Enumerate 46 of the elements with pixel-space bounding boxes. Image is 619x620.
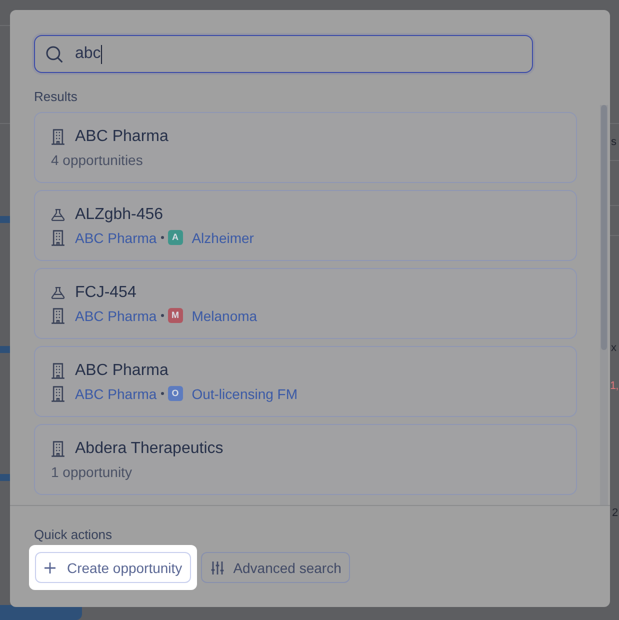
flask-icon <box>51 286 65 300</box>
flask-icon <box>51 208 65 222</box>
text-cursor-icon <box>100 44 102 64</box>
area-link[interactable]: Alzheimer <box>192 228 254 246</box>
area-link[interactable]: Out-licensing FM <box>192 384 298 402</box>
area-initial-tag: O <box>168 386 183 401</box>
scrollbar-thumb[interactable] <box>601 105 607 350</box>
create-button[interactable]: Create opportunity <box>35 552 192 583</box>
result-card[interactable]: FCJ-454 ABC Pharma M Melanoma <box>34 268 577 339</box>
background-bar <box>0 346 10 353</box>
company-link[interactable]: ABC Pharma <box>75 306 157 324</box>
background-text: 2 <box>612 506 618 520</box>
building-icon <box>51 440 65 456</box>
result-title: ABC Pharma <box>75 360 168 380</box>
plus-icon <box>44 562 56 574</box>
area-initial-tag: M <box>168 308 183 323</box>
result-title: ALZgbh-456 <box>75 204 164 224</box>
background-text: x <box>611 341 616 355</box>
result-card[interactable]: ALZgbh-456 ABC Pharma A Alzheimer <box>34 190 577 261</box>
background-bar <box>0 216 10 223</box>
result-card[interactable]: Abdera Therapeutics 1 opportunity <box>34 424 577 495</box>
building-icon <box>51 386 65 402</box>
result-title: FCJ-454 <box>75 282 136 302</box>
area-initial-tag: A <box>168 230 183 245</box>
result-card[interactable]: ABC Pharma ABC Pharma O Out-licensing FM <box>34 346 577 417</box>
result-subtitle: 1 opportunity <box>51 462 132 480</box>
background-bar <box>0 474 10 481</box>
sliders-icon <box>211 560 224 574</box>
result-card[interactable]: ABC Pharma 4 opportunities <box>34 112 577 183</box>
quick-actions-heading: Quick actions <box>34 527 112 543</box>
area-link[interactable]: Melanoma <box>192 306 258 324</box>
background-text: 1, <box>610 379 618 393</box>
result-title: Abdera Therapeutics <box>75 438 224 458</box>
building-icon <box>51 230 65 246</box>
building-icon <box>51 362 65 378</box>
building-icon <box>51 308 65 324</box>
results-heading: Results <box>34 89 78 105</box>
company-link[interactable]: ABC Pharma <box>75 228 157 246</box>
search-icon <box>46 46 63 62</box>
building-icon <box>51 128 65 144</box>
company-link[interactable]: ABC Pharma <box>75 384 157 402</box>
background-text: s <box>611 135 616 149</box>
advanced-search-button[interactable]: Advanced search <box>201 552 350 583</box>
result-title: ABC Pharma <box>75 126 168 146</box>
search-field[interactable]: abc <box>34 35 533 73</box>
result-subtitle: 4 opportunities <box>51 150 143 168</box>
